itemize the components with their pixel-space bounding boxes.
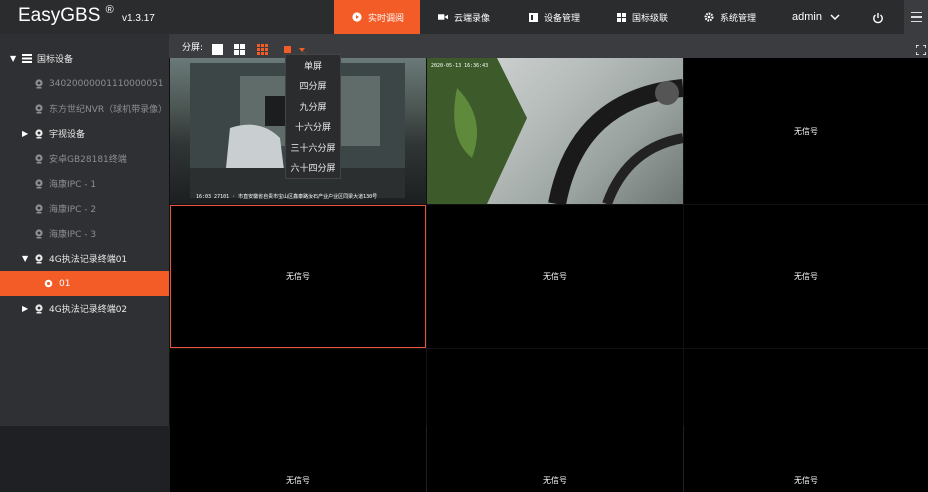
- user-menu[interactable]: admin: [792, 0, 840, 34]
- camera-icon: [34, 178, 44, 189]
- video-cell-8[interactable]: 无信号: [427, 349, 683, 492]
- camera-icon: [34, 78, 44, 89]
- tree-node-label: 34020000001110000051: [49, 78, 164, 89]
- tree-node-label: 国标设备: [37, 55, 74, 65]
- tree-node-label: 宇视设备: [49, 130, 86, 140]
- layout-option-4[interactable]: 四分屏: [286, 76, 340, 97]
- split-toolbar: 分屏:: [169, 34, 928, 58]
- caret-right-icon[interactable]: ▶: [22, 129, 30, 138]
- camera-icon: [34, 128, 44, 139]
- tree-node-device[interactable]: ▼ 4G执法记录终端01: [0, 246, 169, 271]
- tree-node-label: 海康IPC - 3: [49, 230, 97, 240]
- tree-node-channel-selected[interactable]: 01: [0, 271, 169, 296]
- tree-node-device[interactable]: ▶ 4G执法记录终端02: [0, 296, 169, 321]
- tree-node-label: 01: [59, 278, 71, 289]
- play-circle-icon: [352, 12, 362, 22]
- nine-screen-icon[interactable]: [257, 40, 268, 55]
- nav-live-view[interactable]: 实时调阅: [334, 0, 420, 34]
- no-signal-text: 无信号: [286, 272, 310, 281]
- tree-node-device[interactable]: 34020000001110000051: [0, 71, 169, 96]
- device-tree-sidebar: ▼ 国标设备 34020000001110000051 东方世纪NVR（球机带录…: [0, 34, 169, 426]
- tree-node-device[interactable]: 海康IPC - 1: [0, 171, 169, 196]
- grid-icon: [616, 12, 626, 22]
- camera-icon: [34, 253, 44, 264]
- video-cell-5[interactable]: 无信号: [427, 205, 683, 348]
- video-cell-9[interactable]: 无信号: [684, 349, 928, 492]
- camera-icon: [34, 203, 44, 214]
- video-grid: 16:03 27101 · 市直安徽省自贵市宝山区鑫泰路汝石产业户业区同梁大道1…: [169, 58, 928, 492]
- tree-node-device[interactable]: ▶ 宇视设备: [0, 121, 169, 146]
- caret-down-icon[interactable]: ▼: [10, 54, 18, 63]
- tree-node-device[interactable]: 海康IPC - 3: [0, 221, 169, 246]
- camera-icon: [34, 228, 44, 239]
- nav-system-manage-label: 系统管理: [720, 13, 757, 24]
- tree-node-device[interactable]: 海康IPC - 2: [0, 196, 169, 221]
- no-signal-text: 无信号: [286, 476, 310, 485]
- gear-icon: [704, 12, 714, 22]
- video-cell-6[interactable]: 无信号: [684, 205, 928, 348]
- tree-node-device[interactable]: 安卓GB28181终端: [0, 146, 169, 171]
- tree-node-label: 4G执法记录终端01: [49, 255, 128, 265]
- brand-mark: ®: [105, 4, 114, 16]
- four-screen-icon[interactable]: [234, 40, 245, 55]
- single-screen-icon[interactable]: [212, 40, 223, 55]
- tree-node-label: 安卓GB28181终端: [49, 155, 127, 165]
- layout-option-16[interactable]: 十六分屏: [286, 117, 340, 138]
- nav-cloud-record[interactable]: 云端录像: [420, 0, 510, 34]
- layout-option-64[interactable]: 六十四分屏: [286, 158, 340, 179]
- username: admin: [792, 11, 822, 23]
- app-logo[interactable]: EasyGBS ® v1.3.17: [18, 4, 155, 27]
- no-signal-text: 无信号: [794, 272, 818, 281]
- nav-device-manage[interactable]: 设备管理: [510, 0, 598, 34]
- no-signal-text: 无信号: [794, 476, 818, 485]
- tree-node-label: 海康IPC - 1: [49, 180, 97, 190]
- no-signal-text: 无信号: [794, 126, 818, 136]
- layout-dropdown-menu: 单屏 四分屏 九分屏 十六分屏 三十六分屏 六十四分屏: [285, 54, 341, 179]
- brand-name: EasyGBS: [18, 5, 101, 26]
- video-cell-2[interactable]: 2020-05-13 16:36:43: [427, 58, 683, 204]
- osd-timestamp: 2020-05-13 16:36:43: [431, 63, 489, 69]
- app-version: v1.3.17: [122, 13, 155, 24]
- nav-system-manage[interactable]: 系统管理: [686, 0, 780, 34]
- layout-option-36[interactable]: 三十六分屏: [286, 137, 340, 158]
- power-icon[interactable]: [872, 9, 886, 24]
- video-camera-icon: [438, 12, 448, 22]
- top-bar: EasyGBS ® v1.3.17 实时调阅 云端录像 设备管理 国标级联 系统…: [0, 0, 928, 34]
- camera-icon: [34, 153, 44, 164]
- nav-device-manage-label: 设备管理: [544, 13, 581, 24]
- layout-option-9[interactable]: 九分屏: [286, 96, 340, 117]
- split-label: 分屏:: [182, 43, 204, 53]
- layout-option-1[interactable]: 单屏: [286, 55, 340, 76]
- tree-node-label: 东方世纪NVR（球机带录像）: [49, 105, 168, 115]
- camera-icon: [34, 303, 44, 314]
- nav-gb-cascade-label: 国标级联: [632, 13, 669, 24]
- osd-caption: 16:03 27101 · 市直安徽省自贵市宝山区鑫泰路汝石产业户业区同梁大道1…: [196, 194, 378, 200]
- video-cell-7[interactable]: 无信号: [170, 349, 426, 492]
- no-signal-text: 无信号: [543, 272, 567, 281]
- nav-gb-cascade[interactable]: 国标级联: [598, 0, 686, 34]
- caret-down-icon[interactable]: ▼: [22, 254, 30, 263]
- list-icon: [22, 53, 32, 64]
- chevron-down-icon: [830, 11, 840, 23]
- channel-icon: [44, 279, 54, 289]
- tree-node-label: 4G执法记录终端02: [49, 305, 128, 315]
- caret-right-icon[interactable]: ▶: [22, 304, 30, 313]
- main-nav: 实时调阅 云端录像 设备管理 国标级联 系统管理: [334, 0, 780, 34]
- video-cell-4[interactable]: 无信号: [170, 205, 426, 348]
- nav-cloud-record-label: 云端录像: [454, 13, 491, 24]
- camera-feed-image: [427, 58, 683, 204]
- tree-node-device[interactable]: 东方世纪NVR（球机带录像）: [0, 96, 169, 121]
- hamburger-menu-icon[interactable]: [904, 0, 928, 34]
- fullscreen-icon[interactable]: [915, 40, 927, 56]
- video-cell-3[interactable]: 无信号: [684, 58, 928, 204]
- dropdown-caret: [300, 51, 308, 55]
- no-signal-text: 无信号: [543, 476, 567, 485]
- tree-node-gb-devices[interactable]: ▼ 国标设备: [0, 46, 169, 71]
- more-layouts-dropdown[interactable]: [284, 40, 310, 53]
- camera-icon: [34, 103, 44, 114]
- nav-live-view-label: 实时调阅: [368, 13, 405, 24]
- tree-node-label: 海康IPC - 2: [49, 205, 97, 215]
- device-list-icon: [528, 12, 538, 22]
